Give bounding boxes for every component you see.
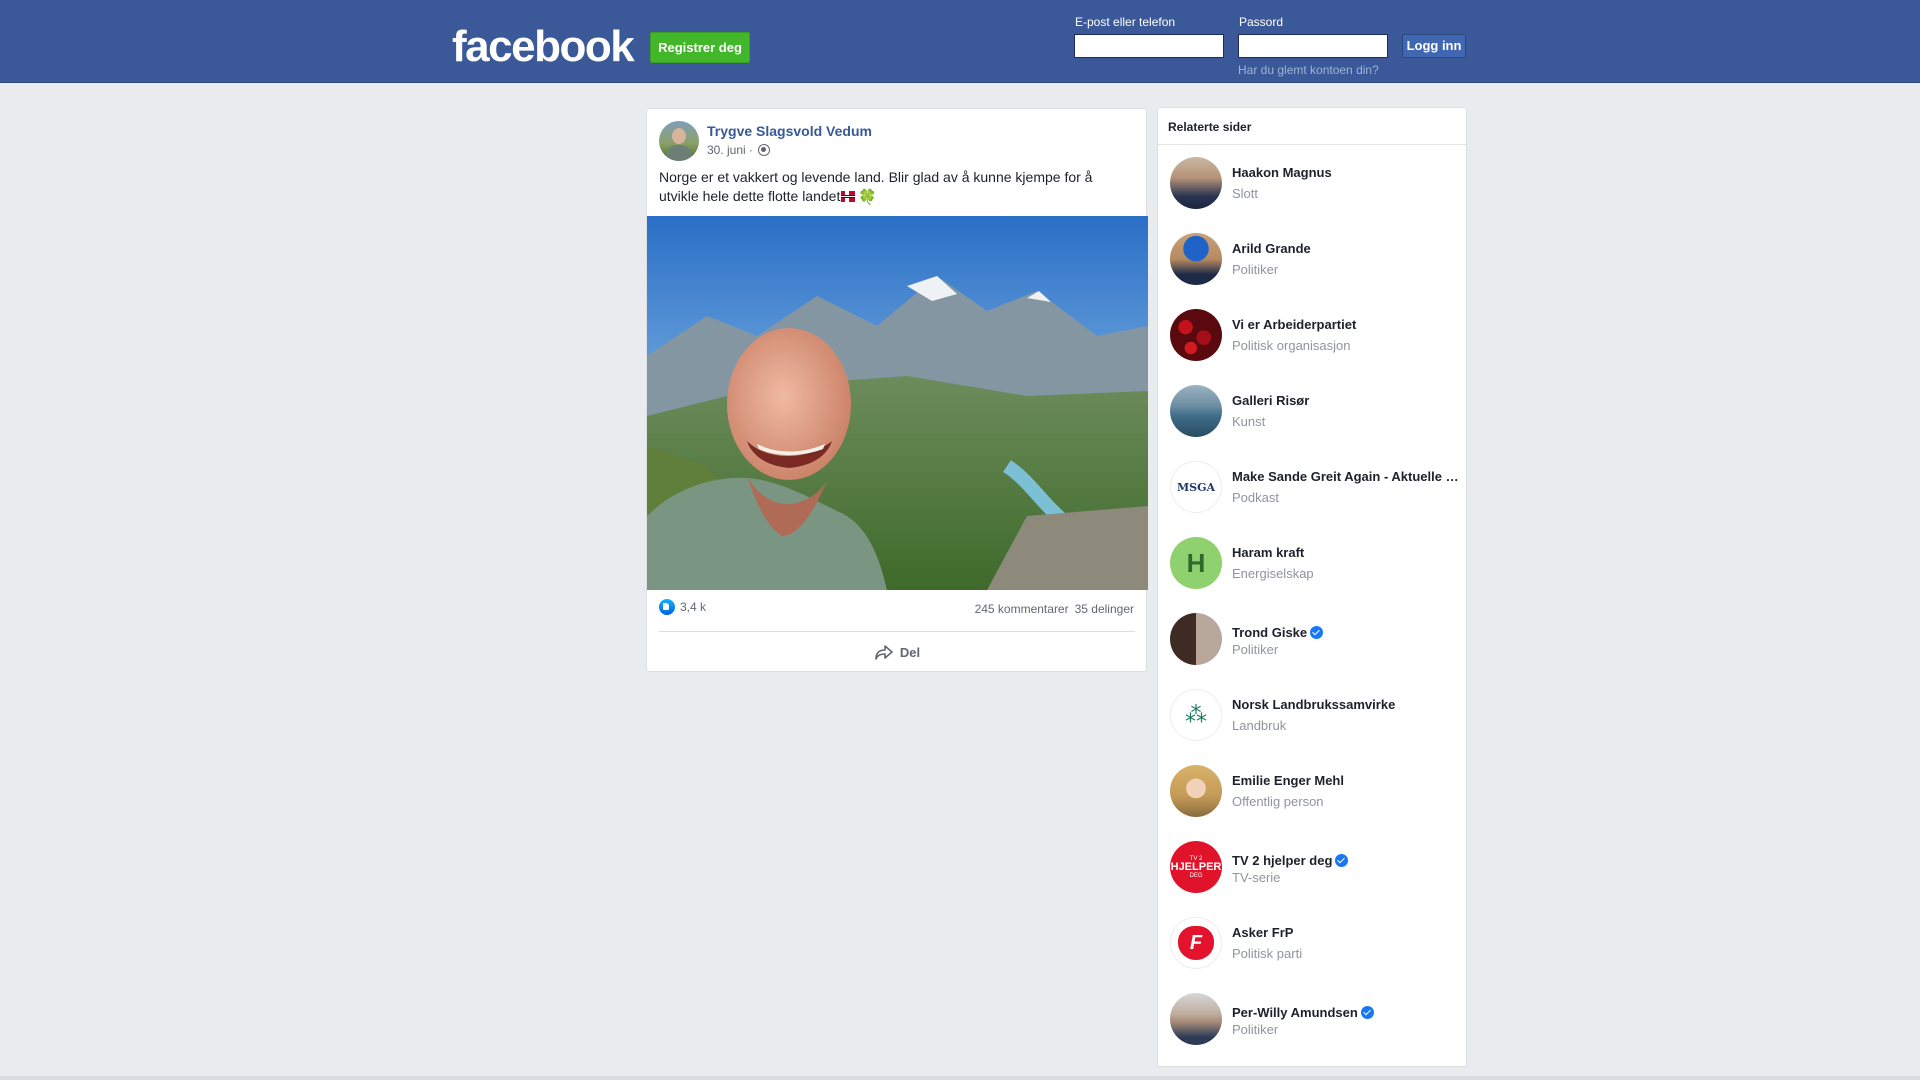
page-avatar [1170,613,1222,665]
related-item-category: Offentlig person [1232,794,1324,809]
related-item[interactable]: TV 2 HJELPER DEG TV 2 hjelper deg TV-ser… [1170,841,1460,901]
page-avatar [1170,309,1222,361]
post-text: Norge er et vakkert og levende land. Bli… [659,168,1135,207]
tv2-logo-icon: TV 2 HJELPER DEG [1170,841,1222,893]
like-count: 3,4 k [680,600,707,614]
related-item-category: TV-serie [1232,870,1281,885]
share-count[interactable]: 35 delinger [1075,602,1134,616]
frp-logo-letter: F [1178,926,1214,960]
divider [1158,144,1466,145]
related-item-name: Haram kraft [1232,545,1305,560]
related-item-category: Politiker [1232,1022,1279,1037]
bottom-edge [0,1076,1920,1080]
related-item-name-wrap: Per-Willy Amundsen [1232,1005,1460,1020]
verified-badge-icon [1335,854,1349,867]
share-button[interactable]: Del [647,636,1148,668]
engagement-counts: 245 kommentarer 35 delinger [975,602,1134,616]
post-author-name[interactable]: Trygve Slagsvold Vedum [707,123,872,139]
author-avatar[interactable] [659,121,699,161]
apple-logo-icon: F [1170,917,1222,969]
related-item-category: Politiker [1232,642,1279,657]
related-item-name: Trond Giske [1232,625,1308,640]
top-header: facebook Registrer deg E-post eller tele… [0,0,1920,83]
related-item-name: Haakon Magnus [1232,165,1332,180]
related-title: Relaterte sider [1168,120,1252,134]
related-item-category: Energiselskap [1232,566,1314,581]
msga-logo-text: MSGA [1176,480,1216,494]
verified-badge-icon [1360,1006,1374,1019]
related-item-name: Vi er Arbeiderpartiet [1232,317,1357,332]
post-photo[interactable] [647,216,1148,590]
meta-separator: · [748,143,753,157]
related-item-name: Per-Willy Amundsen [1232,1005,1358,1020]
post-meta: 30. juni · [707,143,770,157]
related-item-name: Make Sande Greit Again - Aktuelle saker … [1232,469,1460,484]
related-item-name: Arild Grande [1232,241,1311,256]
related-item-category: Slott [1232,186,1259,201]
related-item[interactable]: Emilie Enger Mehl Offentlig person [1170,765,1460,825]
related-item-name: Emilie Enger Mehl [1232,773,1344,788]
related-item-name-wrap: TV 2 hjelper deg [1232,853,1460,868]
page-avatar [1170,233,1222,285]
tv2-logo-line2: HJELPER [1170,860,1222,873]
password-input[interactable] [1238,34,1388,58]
page-avatar: H [1170,537,1222,589]
page-avatar [1170,157,1222,209]
related-item[interactable]: Haakon Magnus Slott [1170,157,1460,217]
verified-badge-icon [1310,626,1324,639]
post-date[interactable]: 30. juni [707,143,746,157]
email-label: E-post eller telefon [1075,15,1176,29]
page-avatar [1170,765,1222,817]
related-item-category: Politisk parti [1232,946,1303,961]
related-item-name: TV 2 hjelper deg [1232,853,1333,868]
page-avatar [1170,385,1222,437]
facebook-logo[interactable]: facebook [452,22,635,72]
photo-illustration [647,216,1148,590]
related-item[interactable]: H Haram kraft Energiselskap [1170,537,1460,597]
clover-icon: 🍀 [858,189,878,206]
related-item[interactable]: Vi er Arbeiderpartiet Politisk organisas… [1170,309,1460,369]
related-item[interactable]: Trond Giske Politiker [1170,613,1460,673]
post-card: Trygve Slagsvold Vedum 30. juni · Norge … [646,108,1148,672]
email-input[interactable] [1074,34,1224,58]
related-item[interactable]: Per-Willy Amundsen Politiker [1170,993,1460,1053]
related-item-name: Asker FrP [1232,925,1294,940]
reactions[interactable]: 3,4 k [659,599,706,615]
related-pages-panel: Relaterte sider Haakon Magnus Slott Aril… [1157,107,1467,1067]
globe-icon[interactable] [757,144,770,156]
related-item-category: Kunst [1232,414,1266,429]
forgot-account-link[interactable]: Har du glemt kontoen din? [1238,63,1379,77]
related-item[interactable]: ⁂ Norsk Landbrukssamvirke Landbruk [1170,689,1460,749]
microphone-logo-icon: MSGA [1170,461,1222,513]
avatar-letter: H [1186,547,1206,578]
related-item[interactable]: MSGA Make Sande Greit Again - Aktuelle s… [1170,461,1460,521]
comment-count[interactable]: 245 kommentarer [975,602,1069,616]
login-button[interactable]: Logg inn [1402,34,1466,58]
related-item-category: Politiker [1232,262,1279,277]
tv2-logo-line3: DEG [1189,872,1203,879]
norway-flag-icon [841,191,856,202]
related-item-category: Politisk organisasjon [1232,338,1351,353]
related-item-category: Podkast [1232,490,1279,505]
page-avatar [1170,993,1222,1045]
related-item[interactable]: F Asker FrP Politisk parti [1170,917,1460,977]
related-item[interactable]: Arild Grande Politiker [1170,233,1460,293]
like-icon [659,599,675,615]
related-item[interactable]: Galleri Risør Kunst [1170,385,1460,445]
related-item-name-wrap: Trond Giske [1232,625,1460,640]
related-item-category: Landbruk [1232,718,1287,733]
share-icon [875,645,893,660]
register-button[interactable]: Registrer deg [650,32,750,63]
related-item-name: Norsk Landbrukssamvirke [1232,697,1396,712]
grain-logo-icon: ⁂ [1170,689,1222,741]
divider [659,631,1135,632]
share-label: Del [899,644,921,660]
related-item-name: Galleri Risør [1232,393,1310,408]
password-label: Passord [1239,15,1284,29]
